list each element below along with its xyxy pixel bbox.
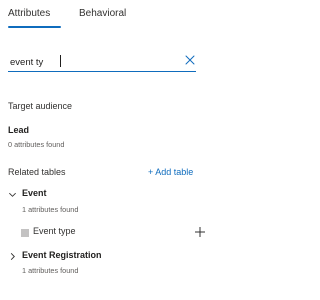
search-field[interactable] <box>8 53 196 72</box>
list-icon <box>21 229 29 237</box>
tab-attributes-label: Attributes <box>8 8 51 19</box>
related-table-name: Event Registration <box>22 250 102 260</box>
target-entity-name: Lead <box>8 125 30 135</box>
tab-attributes[interactable]: Attributes <box>8 8 50 19</box>
related-table-count: 1 attributes found <box>22 205 79 214</box>
related-tables-heading: Related tables <box>8 167 66 177</box>
attribute-label: Event type <box>33 226 76 236</box>
tab-behavioral-label: Behavioral <box>79 8 127 19</box>
target-audience-heading: Target audience <box>8 101 73 111</box>
target-entity-count: 0 attributes found <box>8 140 65 149</box>
search-input[interactable] <box>10 55 170 69</box>
related-table-event-registration[interactable]: Event Registration <box>8 250 168 264</box>
attribute-row-event-type[interactable]: Event type <box>20 226 210 240</box>
tab-behavioral[interactable]: Behavioral <box>79 8 126 19</box>
add-table-button[interactable]: + Add table <box>148 167 193 177</box>
plus-icon[interactable] <box>194 226 206 238</box>
related-table-event[interactable]: Event <box>8 188 128 202</box>
close-icon[interactable] <box>184 54 196 66</box>
chevron-right-icon[interactable] <box>8 252 17 261</box>
related-table-name: Event <box>22 188 47 198</box>
active-tab-indicator <box>8 26 61 28</box>
chevron-down-icon[interactable] <box>8 190 17 199</box>
related-table-count: 1 attributes found <box>22 266 79 275</box>
text-cursor <box>60 55 61 67</box>
